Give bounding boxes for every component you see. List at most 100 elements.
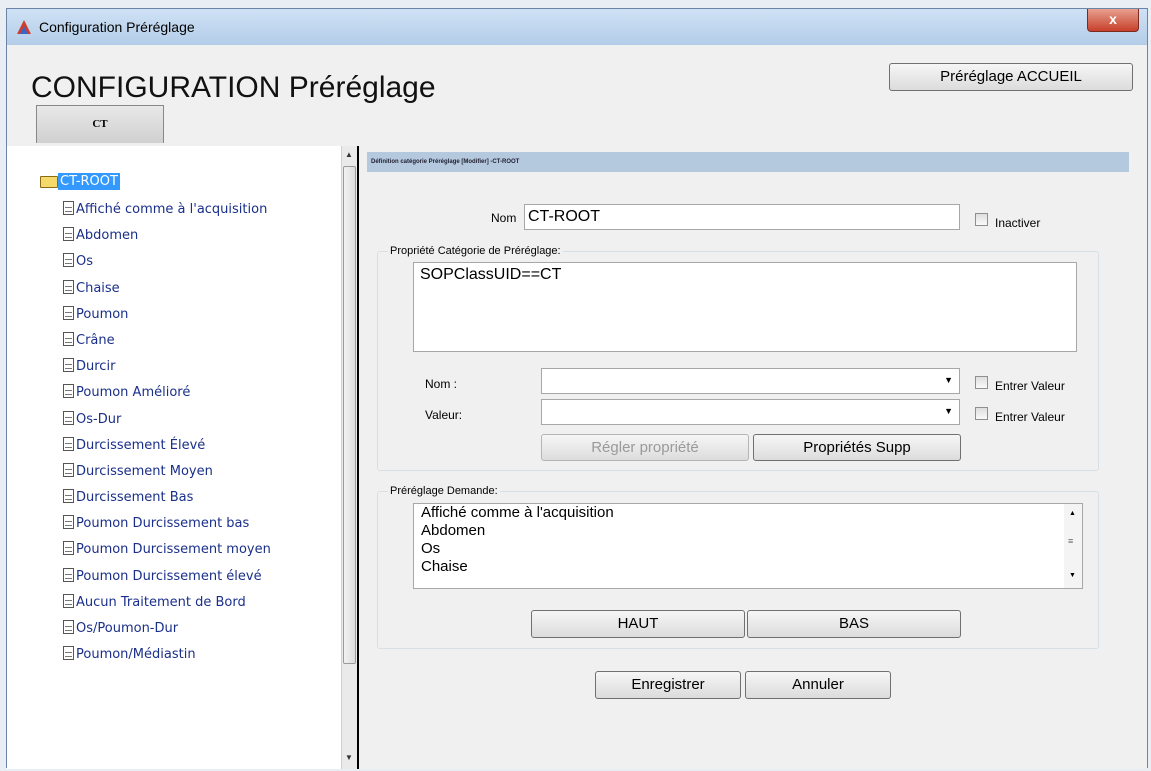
tab-ct[interactable]: CT xyxy=(36,105,164,143)
tree-item[interactable]: Aucun Traitement de Bord xyxy=(63,593,271,620)
up-button[interactable]: HAUT xyxy=(531,610,745,638)
property-value-label: Valeur: xyxy=(425,408,463,422)
page-title: CONFIGURATION Préréglage xyxy=(31,71,436,104)
enter-value-checkbox-2[interactable] xyxy=(975,407,988,420)
tree-item-label: Os/Poumon-Dur xyxy=(76,621,179,636)
tree-item[interactable]: Poumon/Médiastin xyxy=(63,646,271,672)
request-listbox[interactable]: Affiché comme à l'acquisition Abdomen Os… xyxy=(413,503,1083,589)
property-group-title: Propriété Catégorie de Préréglage: xyxy=(388,245,563,257)
tree-item[interactable]: Poumon Amélioré xyxy=(63,384,271,410)
tree-item-label: Poumon Durcissement bas xyxy=(76,516,250,532)
document-icon xyxy=(63,646,74,661)
down-button[interactable]: BAS xyxy=(747,610,961,638)
cancel-button[interactable]: Annuler xyxy=(745,671,891,699)
document-icon xyxy=(63,593,74,608)
tree-item[interactable]: Os-Dur xyxy=(63,410,271,437)
document-icon xyxy=(63,358,74,373)
save-button[interactable]: Enregistrer xyxy=(595,671,741,699)
tree-root-label: CT-ROOT xyxy=(58,173,120,191)
scroll-thumb[interactable] xyxy=(343,166,356,664)
folder-open-icon xyxy=(40,175,58,188)
chevron-down-icon: ▼ xyxy=(944,375,953,385)
window-title: Configuration Préréglage xyxy=(39,19,195,35)
chevron-down-icon: ▼ xyxy=(944,406,953,416)
document-icon xyxy=(63,436,74,451)
tree-item-label: Poumon Amélioré xyxy=(76,385,191,401)
list-item[interactable]: Chaise xyxy=(414,558,1082,576)
document-icon xyxy=(63,201,74,215)
header: CONFIGURATION Préréglage Préréglage ACCU… xyxy=(7,45,1147,182)
definition-header-bar: Définition catégorie Préréglage [Modifie… xyxy=(367,152,1129,172)
delete-properties-button[interactable]: Propriétés Supp xyxy=(753,434,961,461)
tree-item-label: Poumon xyxy=(76,306,129,322)
tree-item[interactable]: Chaise xyxy=(63,279,271,306)
scroll-down-arrow-icon[interactable]: ▼ xyxy=(1069,572,1076,579)
enter-value-label: Entrer Valeur xyxy=(995,379,1065,393)
main-window: Configuration Préréglage x CONFIGURATION… xyxy=(6,8,1148,769)
document-icon xyxy=(63,489,74,504)
request-group-title: Préréglage Demande: xyxy=(388,485,500,497)
tree-item[interactable]: Poumon Durcissement bas xyxy=(63,515,271,541)
tree-item-label: Poumon Durcissement moyen xyxy=(76,542,271,558)
name-label: Nom xyxy=(491,211,517,225)
document-icon xyxy=(63,384,74,399)
preset-tree-panel: CT-ROOT Affiché comme à l'acquisition Ab… xyxy=(7,146,359,769)
tree-item-label: Durcissement Élevé xyxy=(76,437,206,453)
document-icon xyxy=(63,515,74,530)
app-icon xyxy=(17,20,31,34)
tree-item[interactable]: Durcissement Élevé xyxy=(63,436,271,463)
tree-item[interactable]: Crâne xyxy=(63,331,271,358)
tree-item[interactable]: Durcissement Bas xyxy=(63,489,271,515)
scroll-grip-icon: ≡ xyxy=(1068,536,1074,546)
tree-item-label: Aucun Traitement de Bord xyxy=(76,594,246,610)
scroll-up-arrow-icon[interactable]: ▲ xyxy=(345,150,353,159)
scroll-down-arrow-icon[interactable]: ▼ xyxy=(345,753,353,762)
property-name-label: Nom : xyxy=(425,377,458,391)
set-property-button[interactable]: Régler propriété xyxy=(541,434,749,461)
close-button[interactable]: x xyxy=(1087,9,1139,32)
inactivate-checkbox[interactable] xyxy=(975,213,988,226)
tree-item[interactable]: Abdomen xyxy=(63,227,271,253)
document-icon xyxy=(63,541,74,556)
tree-item[interactable]: Durcir xyxy=(63,358,271,384)
list-item[interactable]: Abdomen xyxy=(414,522,1082,540)
enter-value-label-2: Entrer Valeur xyxy=(995,410,1065,424)
scroll-up-arrow-icon[interactable]: ▲ xyxy=(1069,510,1076,517)
tree-item[interactable]: Poumon Durcissement moyen xyxy=(63,541,271,567)
tree-item-label: Durcir xyxy=(76,359,116,375)
tree-item[interactable]: Poumon xyxy=(63,305,271,332)
tree-item-label: Durcissement Bas xyxy=(76,490,194,506)
enter-value-checkbox[interactable] xyxy=(975,376,988,389)
document-icon xyxy=(63,305,74,320)
tree-item[interactable]: Affiché comme à l'acquisition xyxy=(63,201,271,227)
property-textarea[interactable]: SOPClassUID==CT xyxy=(413,262,1077,352)
property-value-combo[interactable]: ▼ xyxy=(541,399,960,425)
tree-item-label: Affiché comme à l'acquisition xyxy=(76,202,268,217)
document-icon xyxy=(63,227,74,242)
tree-item-label: Os xyxy=(76,254,94,270)
tree-root-node[interactable]: CT-ROOT xyxy=(40,173,120,191)
definition-panel: Définition catégorie Préréglage [Modifie… xyxy=(359,146,1147,769)
tree-item[interactable]: Poumon Durcissement élevé xyxy=(63,567,271,594)
tree-item-label: Durcissement Moyen xyxy=(76,463,213,479)
title-bar: Configuration Préréglage x xyxy=(7,9,1147,46)
tree-item-label: Poumon/Médiastin xyxy=(76,647,196,663)
tree-scrollbar[interactable]: ▲ ▼ xyxy=(341,146,357,769)
property-name-combo[interactable]: ▼ xyxy=(541,368,960,394)
tree-item-label: Chaise xyxy=(76,280,120,296)
preset-home-button[interactable]: Préréglage ACCUEIL xyxy=(889,63,1133,91)
listbox-scrollbar[interactable]: ▲ ≡ ▼ xyxy=(1064,504,1082,588)
document-icon xyxy=(63,410,74,425)
tree-item-label: Crâne xyxy=(76,332,115,348)
document-icon xyxy=(63,620,74,634)
document-icon xyxy=(63,331,74,346)
inactivate-label: Inactiver xyxy=(995,216,1041,230)
document-icon xyxy=(63,567,74,582)
tree-item-label: Poumon Durcissement élevé xyxy=(76,568,262,584)
tree-item[interactable]: Os/Poumon-Dur xyxy=(63,620,271,646)
name-field[interactable]: CT-ROOT xyxy=(524,204,960,230)
tree-item[interactable]: Durcissement Moyen xyxy=(63,462,271,489)
list-item[interactable]: Os xyxy=(414,540,1082,558)
list-item[interactable]: Affiché comme à l'acquisition xyxy=(414,504,1082,522)
tree-item[interactable]: Os xyxy=(63,253,271,279)
